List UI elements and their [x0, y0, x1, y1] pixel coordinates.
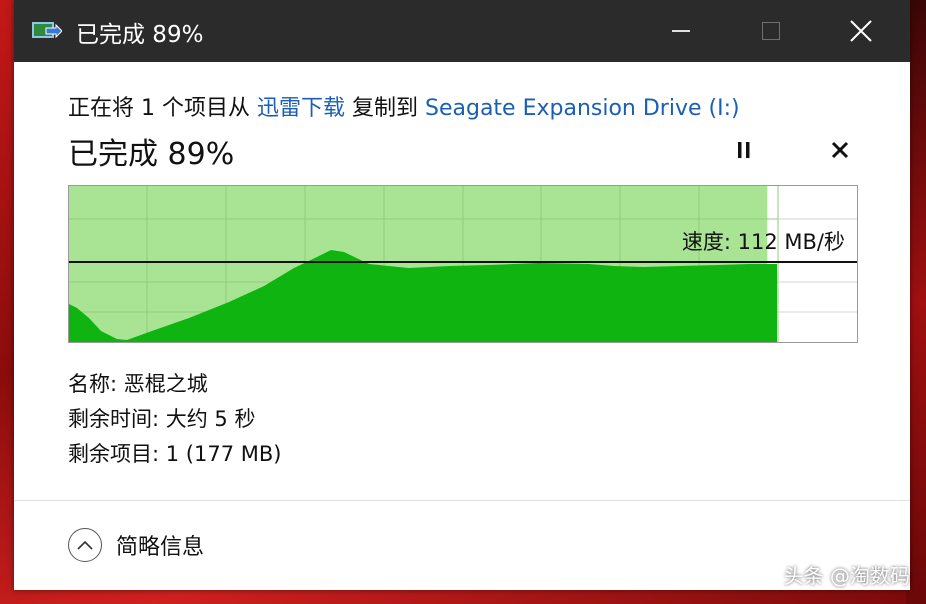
time-remaining: 剩余时间: 大约 5 秒 — [68, 407, 256, 431]
footer-divider — [14, 500, 910, 501]
copy-dialog-window: 已完成 89% 正在将 1 个项目从 迅雷下载 复制到 Seagate Expa… — [14, 0, 910, 590]
copy-middle: 复制到 — [345, 96, 425, 121]
progress-title: 已完成 89% — [68, 137, 235, 172]
items-remaining: 剩余项目: 1 (177 MB) — [68, 442, 282, 466]
transfer-speed-graph: 速度: 112 MB/秒 — [68, 185, 858, 343]
minimize-button[interactable] — [636, 0, 726, 62]
file-name: 名称: 恶棍之城 — [68, 372, 208, 396]
less-details-label: 简略信息 — [116, 535, 205, 560]
close-icon — [850, 20, 872, 42]
copy-prefix: 正在将 1 个项目从 — [68, 96, 257, 121]
copy-description: 正在将 1 个项目从 迅雷下载 复制到 Seagate Expansion Dr… — [68, 90, 740, 122]
chevron-up-circle — [68, 528, 102, 562]
chevron-up-icon — [77, 540, 93, 550]
cancel-button[interactable] — [830, 140, 850, 160]
close-button[interactable] — [816, 0, 906, 62]
speed-graph-svg — [69, 186, 857, 342]
less-details-button[interactable]: 简略信息 — [68, 527, 204, 563]
title-bar[interactable]: 已完成 89% — [14, 0, 910, 62]
maximize-button[interactable] — [726, 0, 816, 62]
watermark-text: 头条 @淘数码 — [783, 564, 910, 588]
pause-button[interactable] — [734, 140, 754, 160]
copy-app-icon — [32, 22, 62, 39]
destination-link[interactable]: Seagate Expansion Drive (I:) — [425, 96, 740, 121]
minimize-icon — [672, 30, 690, 32]
pause-icon — [738, 142, 750, 158]
source-link[interactable]: 迅雷下载 — [257, 96, 345, 121]
cancel-icon — [831, 141, 849, 159]
window-title: 已完成 89% — [76, 22, 204, 48]
speed-label: 速度: 112 MB/秒 — [681, 230, 845, 254]
maximize-icon — [762, 22, 780, 40]
